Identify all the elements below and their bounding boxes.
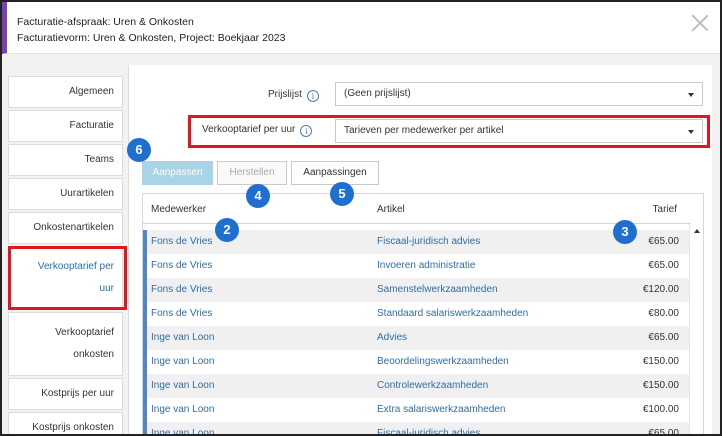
prijslijst-value: (Geen prijslijst) — [344, 88, 411, 99]
sidebar-item-verkooptarief-onkosten[interactable]: Verkooptarief onkosten — [8, 312, 123, 376]
cell-artikel[interactable]: Extra salariswerkzaamheden — [377, 404, 505, 415]
verkooptarief-value: Tarieven per medewerker per artikel — [344, 125, 504, 136]
sidebar-item-label: Kostprijs onkosten — [32, 422, 114, 433]
cell-artikel[interactable]: Standaard salariswerkzaamheden — [377, 308, 528, 319]
sidebar-item-kostprijs-per-uur[interactable]: Kostprijs per uur — [8, 378, 123, 410]
cell-medewerker[interactable]: Fons de Vries — [151, 236, 212, 247]
table-row[interactable]: Inge van Loon Fiscaal-juridisch advies €… — [143, 422, 691, 436]
header-title: Facturatie-afspraak: Uren & Onkosten — [17, 16, 194, 28]
cell-tarief: €100.00 — [642, 404, 679, 415]
cell-medewerker[interactable]: Fons de Vries — [151, 260, 212, 271]
dialog-window: Facturatie-afspraak: Uren & Onkosten Fac… — [0, 0, 722, 436]
prijslijst-label-wrap: Prijslijst i — [268, 89, 319, 102]
table-row[interactable]: Inge van Loon Advies €65.00 — [143, 326, 691, 350]
annotation-badge-3: 3 — [613, 220, 637, 244]
close-icon[interactable] — [691, 14, 709, 32]
annotation-badge-2: 2 — [215, 218, 239, 242]
scroll-up-icon[interactable] — [694, 229, 700, 233]
cell-artikel[interactable]: Beoordelingswerkzaamheden — [377, 356, 509, 367]
cell-tarief: €65.00 — [648, 260, 679, 271]
verkooptarief-label: Verkooptarief per uur — [202, 124, 296, 135]
cell-tarief: €65.00 — [648, 236, 679, 247]
info-icon[interactable]: i — [306, 90, 319, 102]
aanpassen-button[interactable]: Aanpassen — [142, 161, 213, 185]
annotation-badge-5: 5 — [330, 182, 354, 206]
sidebar-item-label: Verkooptarief per uur — [37, 261, 114, 294]
table-scrollbar[interactable] — [689, 224, 703, 434]
table-row[interactable]: Fons de Vries Standaard salariswerkzaamh… — [143, 302, 691, 326]
verkooptarief-label-wrap: Verkooptarief per uur i — [202, 124, 313, 137]
cell-artikel[interactable]: Controlewerkzaamheden — [377, 380, 488, 391]
herstellen-button[interactable]: Herstellen — [217, 161, 287, 185]
table-row[interactable]: Fons de Vries Samenstelwerkzaamheden €12… — [143, 278, 691, 302]
sidebar-item-label: Onkostenartikelen — [33, 222, 114, 233]
cell-artikel[interactable]: Invoeren administratie — [377, 260, 475, 271]
table-row[interactable]: Fons de Vries Invoeren administratie €65… — [143, 254, 691, 278]
cell-artikel[interactable]: Fiscaal-juridisch advies — [377, 428, 480, 434]
info-icon[interactable]: i — [300, 125, 313, 137]
sidebar-item-label: Verkooptarief onkosten — [55, 327, 114, 360]
sidebar-item-facturatie[interactable]: Facturatie — [8, 110, 123, 142]
prijslijst-label: Prijslijst — [268, 89, 302, 100]
sidebar-item-kostprijs-onkosten[interactable]: Kostprijs onkosten — [8, 412, 123, 434]
column-header-artikel[interactable]: Artikel — [377, 204, 405, 215]
prijslijst-select[interactable]: (Geen prijslijst) — [335, 82, 703, 106]
cell-medewerker[interactable]: Inge van Loon — [151, 332, 214, 343]
cell-tarief: €80.00 — [648, 308, 679, 319]
table-row[interactable]: Inge van Loon Controlewerkzaamheden €150… — [143, 374, 691, 398]
cell-artikel[interactable]: Samenstelwerkzaamheden — [377, 284, 498, 295]
cell-artikel[interactable]: Advies — [377, 332, 407, 343]
cell-tarief: €150.00 — [642, 356, 679, 367]
chevron-down-icon — [688, 93, 694, 97]
cell-tarief: €120.00 — [642, 284, 679, 295]
annotation-badge-6: 6 — [127, 138, 151, 162]
cell-artikel[interactable]: Fiscaal-juridisch advies — [377, 236, 480, 247]
chevron-down-icon — [688, 130, 694, 134]
sidebar-item-label: Algemeen — [68, 86, 114, 97]
cell-medewerker[interactable]: Inge van Loon — [151, 428, 214, 434]
verkooptarief-select[interactable]: Tarieven per medewerker per artikel — [335, 119, 703, 143]
column-header-medewerker[interactable]: Medewerker — [151, 204, 206, 215]
sidebar-item-label: Teams — [84, 154, 114, 165]
sidebar-item-uurartikelen[interactable]: Uurartikelen — [8, 178, 123, 210]
column-header-tarief[interactable]: Tarief — [653, 204, 677, 215]
sidebar-item-onkostenartikelen[interactable]: Onkostenartikelen — [8, 212, 123, 244]
cell-tarief: €65.00 — [648, 428, 679, 436]
cell-medewerker[interactable]: Inge van Loon — [151, 356, 214, 367]
cell-medewerker[interactable]: Fons de Vries — [151, 284, 212, 295]
header-subtitle: Facturatievorm: Uren & Onkosten, Project… — [17, 32, 286, 44]
sidebar-item-verkooptarief-per-uur[interactable]: Verkooptarief per uur — [8, 246, 123, 310]
dialog-header: Facturatie-afspraak: Uren & Onkosten Fac… — [2, 2, 720, 54]
cell-medewerker[interactable]: Fons de Vries — [151, 308, 212, 319]
sidebar-item-label: Kostprijs per uur — [41, 388, 114, 399]
sidebar-item-teams[interactable]: Teams — [8, 144, 123, 176]
sidebar-item-label: Uurartikelen — [60, 188, 114, 199]
table-row[interactable]: Inge van Loon Beoordelingswerkzaamheden … — [143, 350, 691, 374]
cell-tarief: €65.00 — [648, 332, 679, 343]
table-row[interactable]: Inge van Loon Extra salariswerkzaamheden… — [143, 398, 691, 422]
cell-medewerker[interactable]: Inge van Loon — [151, 404, 214, 415]
sidebar: Algemeen Facturatie Teams Uurartikelen O… — [8, 76, 123, 434]
aanpassingen-button[interactable]: Aanpassingen — [291, 161, 379, 185]
sidebar-item-algemeen[interactable]: Algemeen — [8, 76, 123, 108]
cell-medewerker[interactable]: Inge van Loon — [151, 380, 214, 391]
cell-tarief: €150.00 — [642, 380, 679, 391]
table-body: Fons de Vries Fiscaal-juridisch advies €… — [143, 230, 691, 436]
sidebar-item-label: Facturatie — [69, 120, 114, 131]
annotation-badge-4: 4 — [246, 184, 270, 208]
